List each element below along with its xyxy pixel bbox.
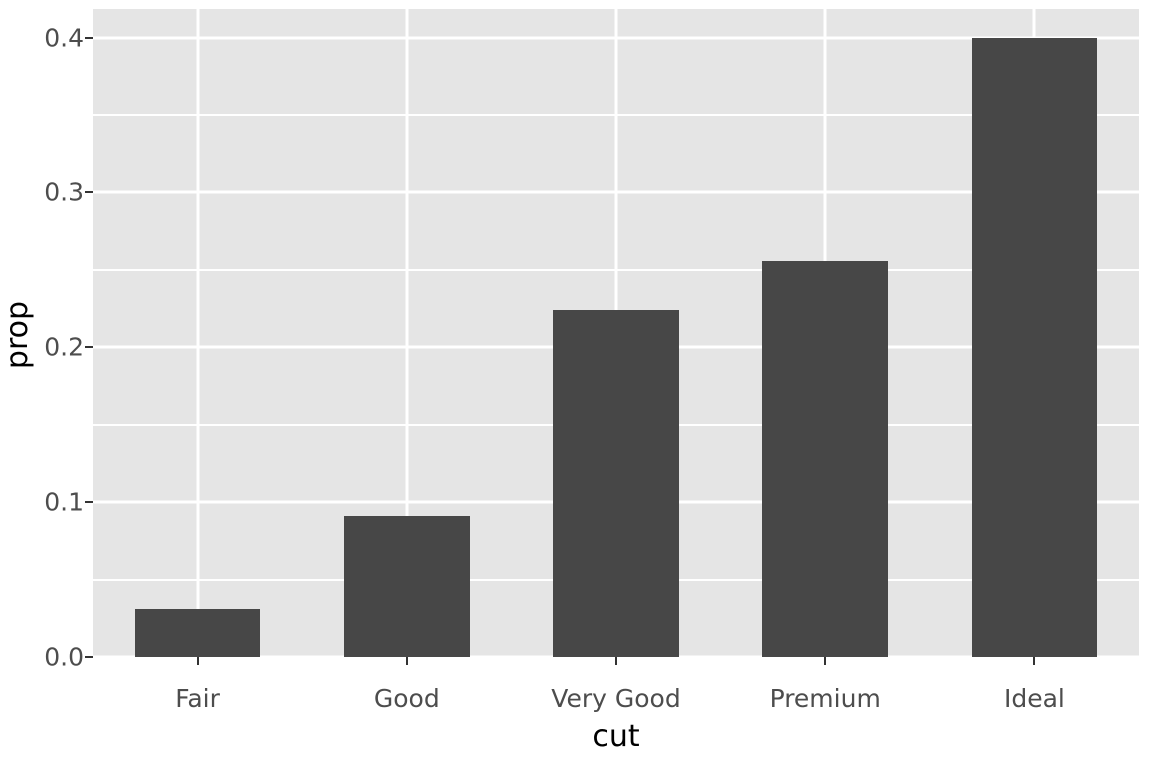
y-axis-title: prop <box>0 0 36 670</box>
x-axis-tick-label: Very Good <box>551 684 681 713</box>
x-axis-tick-label: Good <box>373 684 440 713</box>
x-axis-tick-mark <box>196 657 199 665</box>
y-axis-tick-mark <box>85 191 93 194</box>
x-axis-tick-mark <box>1033 657 1036 665</box>
x-axis-title: cut <box>93 722 1139 752</box>
x-axis-tick-labels: Fair Good Very Good Premium Ideal <box>93 0 1139 768</box>
y-axis-tick-label: 0.4 <box>44 23 84 53</box>
x-axis-tick-mark <box>615 657 617 665</box>
y-axis-title-text: prop <box>0 300 35 370</box>
y-axis-tick-label: 0.1 <box>44 487 84 517</box>
x-axis-tick-label: Premium <box>769 684 881 713</box>
y-axis-tick-label: 0.3 <box>44 177 84 207</box>
x-axis-tick-mark <box>405 657 408 665</box>
y-axis-tick-mark <box>85 501 93 504</box>
x-axis-tick-mark <box>824 657 827 665</box>
x-axis-tick-label: Ideal <box>1003 684 1065 713</box>
y-axis-tick-label: 0.2 <box>44 332 84 362</box>
x-axis-title-text: cut <box>592 719 640 754</box>
y-axis-tick-labels: 0.0 0.1 0.2 0.3 0.4 <box>36 0 84 768</box>
ggplot-bar-chart: prop 0.0 0.1 0.2 0.3 0.4 Fair Good Very Good Pr… <box>0 0 1152 768</box>
x-axis-tick-label: Fair <box>175 684 220 713</box>
y-axis-tick-label: 0.0 <box>44 642 84 672</box>
y-axis-tick-mark <box>85 656 93 658</box>
y-axis-tick-mark <box>85 36 93 39</box>
y-axis-tick-mark <box>85 346 93 349</box>
